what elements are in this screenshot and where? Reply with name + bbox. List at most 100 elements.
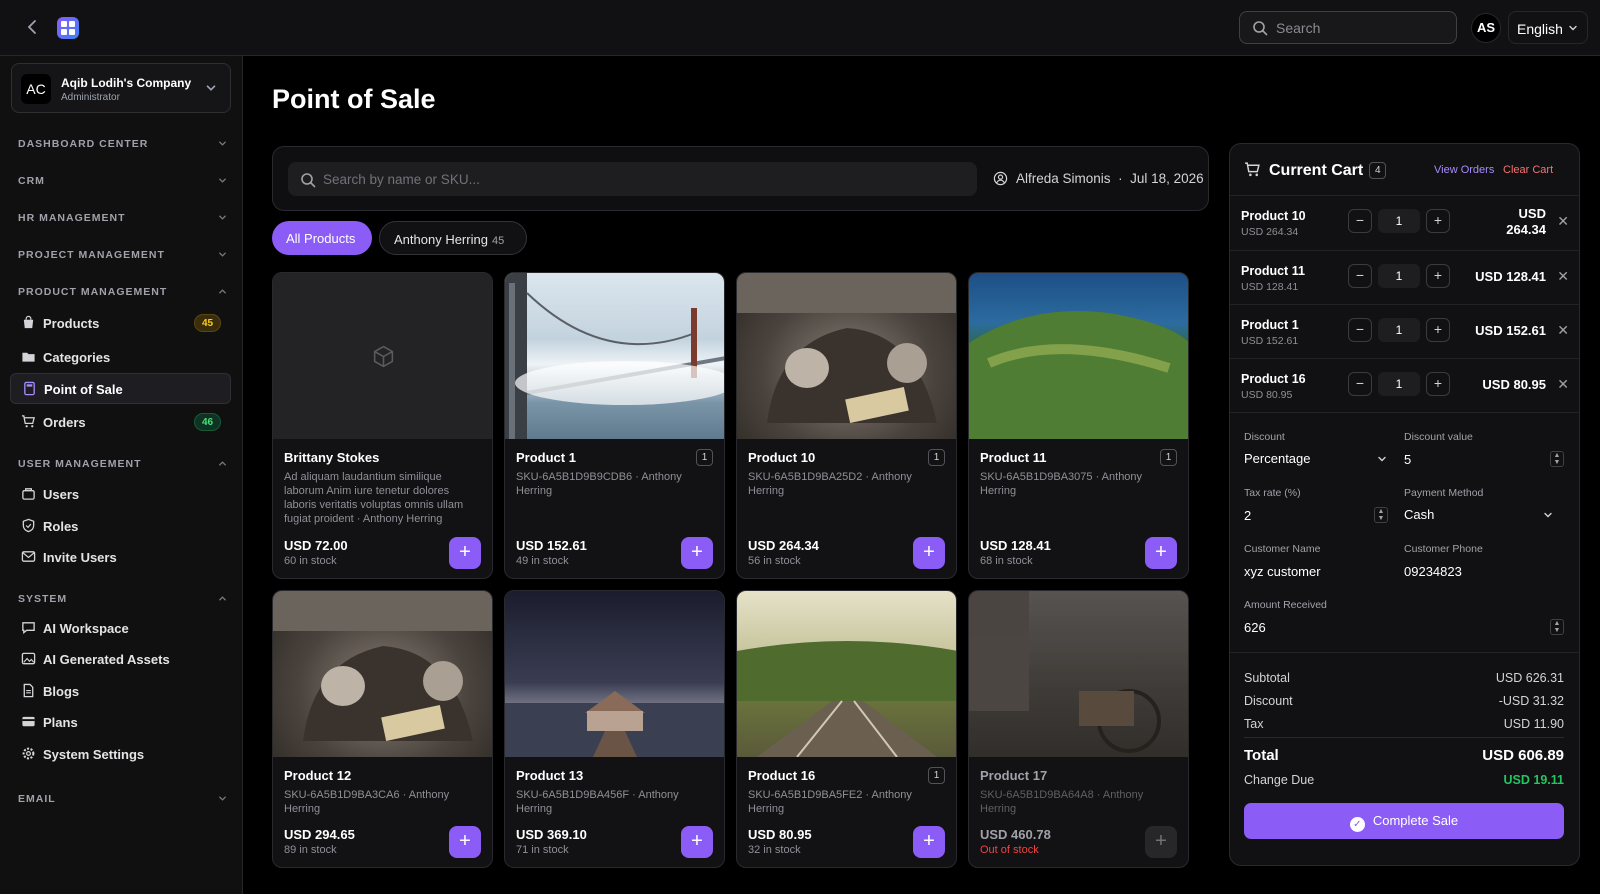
sale-date: Jul 18, 2026 xyxy=(1130,171,1204,186)
remove-item-icon[interactable]: ✕ xyxy=(1557,376,1569,393)
sidebar-item-point-of-sale[interactable]: Point of Sale xyxy=(10,373,231,404)
product-card[interactable]: Product 16 1 SKU-6A5B1D9BA5FE2 · Anthony… xyxy=(736,590,957,868)
section-user-management[interactable]: USER MANAGEMENT xyxy=(18,458,228,470)
sidebar-item-blogs[interactable]: Blogs xyxy=(10,676,231,707)
remove-item-icon[interactable]: ✕ xyxy=(1557,213,1569,230)
add-to-cart-button[interactable]: + xyxy=(913,826,945,858)
cart-item-qty[interactable]: 1 xyxy=(1378,318,1420,342)
sidebar-item-categories[interactable]: Categories xyxy=(10,342,231,373)
increase-qty-button[interactable]: + xyxy=(1426,264,1450,288)
product-stock: 32 in stock xyxy=(748,844,801,856)
product-card[interactable]: Product 10 1 SKU-6A5B1D9BA25D2 · Anthony… xyxy=(736,272,957,579)
section-project-management[interactable]: PROJECT MANAGEMENT xyxy=(18,249,228,261)
discount-value-input[interactable]: 5 ▲ ▼ xyxy=(1404,451,1564,467)
decrease-qty-button[interactable]: − xyxy=(1348,318,1372,342)
chevron-down-icon xyxy=(217,175,228,186)
plus-icon: + xyxy=(1155,541,1167,563)
global-search-placeholder: Search xyxy=(1276,20,1321,36)
customer-phone-input[interactable]: 09234823 xyxy=(1404,564,1554,579)
cart-item-qty[interactable]: 1 xyxy=(1378,264,1420,288)
sidebar-item-plans[interactable]: Plans xyxy=(10,707,231,738)
section-hr-management[interactable]: HR MANAGEMENT xyxy=(18,212,228,224)
product-price: USD 80.95 xyxy=(748,827,812,842)
section-system[interactable]: SYSTEM xyxy=(18,593,228,605)
sidebar-item-ai-workspace[interactable]: AI Workspace xyxy=(10,613,231,644)
product-card[interactable]: Product 11 1 SKU-6A5B1D9BA3075 · Anthony… xyxy=(968,272,1189,579)
increase-qty-button[interactable]: + xyxy=(1426,209,1450,233)
add-to-cart-button[interactable]: + xyxy=(449,826,481,858)
payment-method-select[interactable]: Cash xyxy=(1404,507,1554,522)
chip-all-products[interactable]: All Products xyxy=(272,221,372,255)
cart-summary xyxy=(1230,652,1579,653)
remove-item-icon[interactable]: ✕ xyxy=(1557,268,1569,285)
sidebar-item-users[interactable]: Users xyxy=(10,479,231,510)
add-to-cart-button[interactable]: + xyxy=(681,826,713,858)
sidebar-item-label: Invite Users xyxy=(43,550,117,565)
cart-item-qty[interactable]: 1 xyxy=(1378,209,1420,233)
cart-item-qty[interactable]: 1 xyxy=(1378,372,1420,396)
company-switcher[interactable]: AC Aqib Lodih's Company Administrator xyxy=(11,63,231,113)
sidebar-item-roles[interactable]: Roles xyxy=(10,511,231,542)
chevron-down-icon xyxy=(204,81,218,95)
add-to-cart-button[interactable]: + xyxy=(1145,537,1177,569)
section-dashboard-center[interactable]: DASHBOARD CENTER xyxy=(18,138,228,150)
cart-item-total: USD 152.61 xyxy=(1475,323,1546,338)
placeholder-image xyxy=(273,273,492,439)
sidebar-item-invite-users[interactable]: Invite Users xyxy=(10,542,231,573)
sidebar-item-products[interactable]: Products 45 xyxy=(10,308,231,339)
product-card[interactable]: Product 17 SKU-6A5B1D9BA64A8 · Anthony H… xyxy=(968,590,1189,868)
add-to-cart-button[interactable]: + xyxy=(913,537,945,569)
stepper-icon[interactable]: ▲ ▼ xyxy=(1374,507,1388,523)
section-label: DASHBOARD CENTER xyxy=(18,138,149,150)
tax-row: Tax USD 11.90 xyxy=(1244,717,1564,731)
stepper-icon[interactable]: ▲ ▼ xyxy=(1550,451,1564,467)
product-search-input[interactable]: Search by name or SKU... xyxy=(288,162,977,196)
decrease-qty-button[interactable]: − xyxy=(1348,264,1372,288)
global-search-input[interactable]: Search xyxy=(1239,11,1457,44)
sidebar-item-system-settings[interactable]: System Settings xyxy=(10,739,231,770)
tax-rate-input[interactable]: 2 ▲ ▼ xyxy=(1244,507,1388,523)
discount-type-value: Percentage xyxy=(1244,451,1311,466)
plus-icon: + xyxy=(1155,830,1167,852)
discount-type-select[interactable]: Percentage xyxy=(1244,451,1388,466)
credit-card-icon xyxy=(22,716,35,727)
users-icon xyxy=(22,488,35,500)
complete-sale-button[interactable]: ✓ Complete Sale xyxy=(1244,803,1564,839)
customer-name-input[interactable]: xyz customer xyxy=(1244,564,1388,579)
product-card[interactable]: Product 13 SKU-6A5B1D9BA456F · Anthony H… xyxy=(504,590,725,868)
tax-rate-value: 2 xyxy=(1244,508,1252,523)
folder-icon xyxy=(22,352,35,362)
app-logo-icon[interactable] xyxy=(57,17,79,39)
add-to-cart-button[interactable]: + xyxy=(681,537,713,569)
stepper-icon[interactable]: ▲ ▼ xyxy=(1550,619,1564,635)
chip-anthony-herring[interactable]: Anthony Herring 45 xyxy=(379,221,527,255)
section-email[interactable]: EMAIL xyxy=(18,793,228,805)
user-avatar[interactable]: AS xyxy=(1471,13,1501,43)
product-card[interactable]: Product 1 1 SKU-6A5B1D9B9CDB6 · Anthony … xyxy=(504,272,725,579)
cart-count-badge: 4 xyxy=(1369,162,1387,179)
section-crm[interactable]: CRM xyxy=(18,175,228,187)
back-arrow-icon[interactable] xyxy=(22,16,44,38)
amount-received-input[interactable]: 626 ▲ ▼ xyxy=(1244,619,1564,635)
section-product-management[interactable]: PRODUCT MANAGEMENT xyxy=(18,286,228,298)
product-sku: SKU-6A5B1D9BA456F · Anthony Herring xyxy=(516,789,679,815)
product-card[interactable]: Brittany Stokes Ad aliquam laudantium si… xyxy=(272,272,493,579)
decrease-qty-button[interactable]: − xyxy=(1348,372,1372,396)
decrease-qty-button[interactable]: − xyxy=(1348,209,1372,233)
chip-count: 45 xyxy=(491,235,505,247)
increase-qty-button[interactable]: + xyxy=(1426,318,1450,342)
mail-icon xyxy=(21,551,36,562)
sidebar-item-orders[interactable]: Orders 46 xyxy=(10,407,231,438)
pos-toolbar: Search by name or SKU... Alfreda Simonis… xyxy=(272,146,1209,211)
view-orders-link[interactable]: View Orders xyxy=(1434,164,1494,176)
clear-cart-link[interactable]: Clear Cart xyxy=(1503,164,1553,176)
product-card[interactable]: Product 12 SKU-6A5B1D9BA3CA6 · Anthony H… xyxy=(272,590,493,868)
sidebar-item-ai-generated-assets[interactable]: AI Generated Assets xyxy=(10,644,231,675)
language-select[interactable]: English xyxy=(1508,11,1588,44)
increase-qty-button[interactable]: + xyxy=(1426,372,1450,396)
sidebar-item-label: AI Generated Assets xyxy=(43,652,170,667)
add-to-cart-button[interactable]: + xyxy=(449,537,481,569)
remove-item-icon[interactable]: ✕ xyxy=(1557,322,1569,339)
product-sku: SKU-6A5B1D9BA3CA6 · Anthony Herring xyxy=(284,789,450,815)
product-sku: SKU-6A5B1D9BA5FE2 · Anthony Herring xyxy=(748,789,912,815)
